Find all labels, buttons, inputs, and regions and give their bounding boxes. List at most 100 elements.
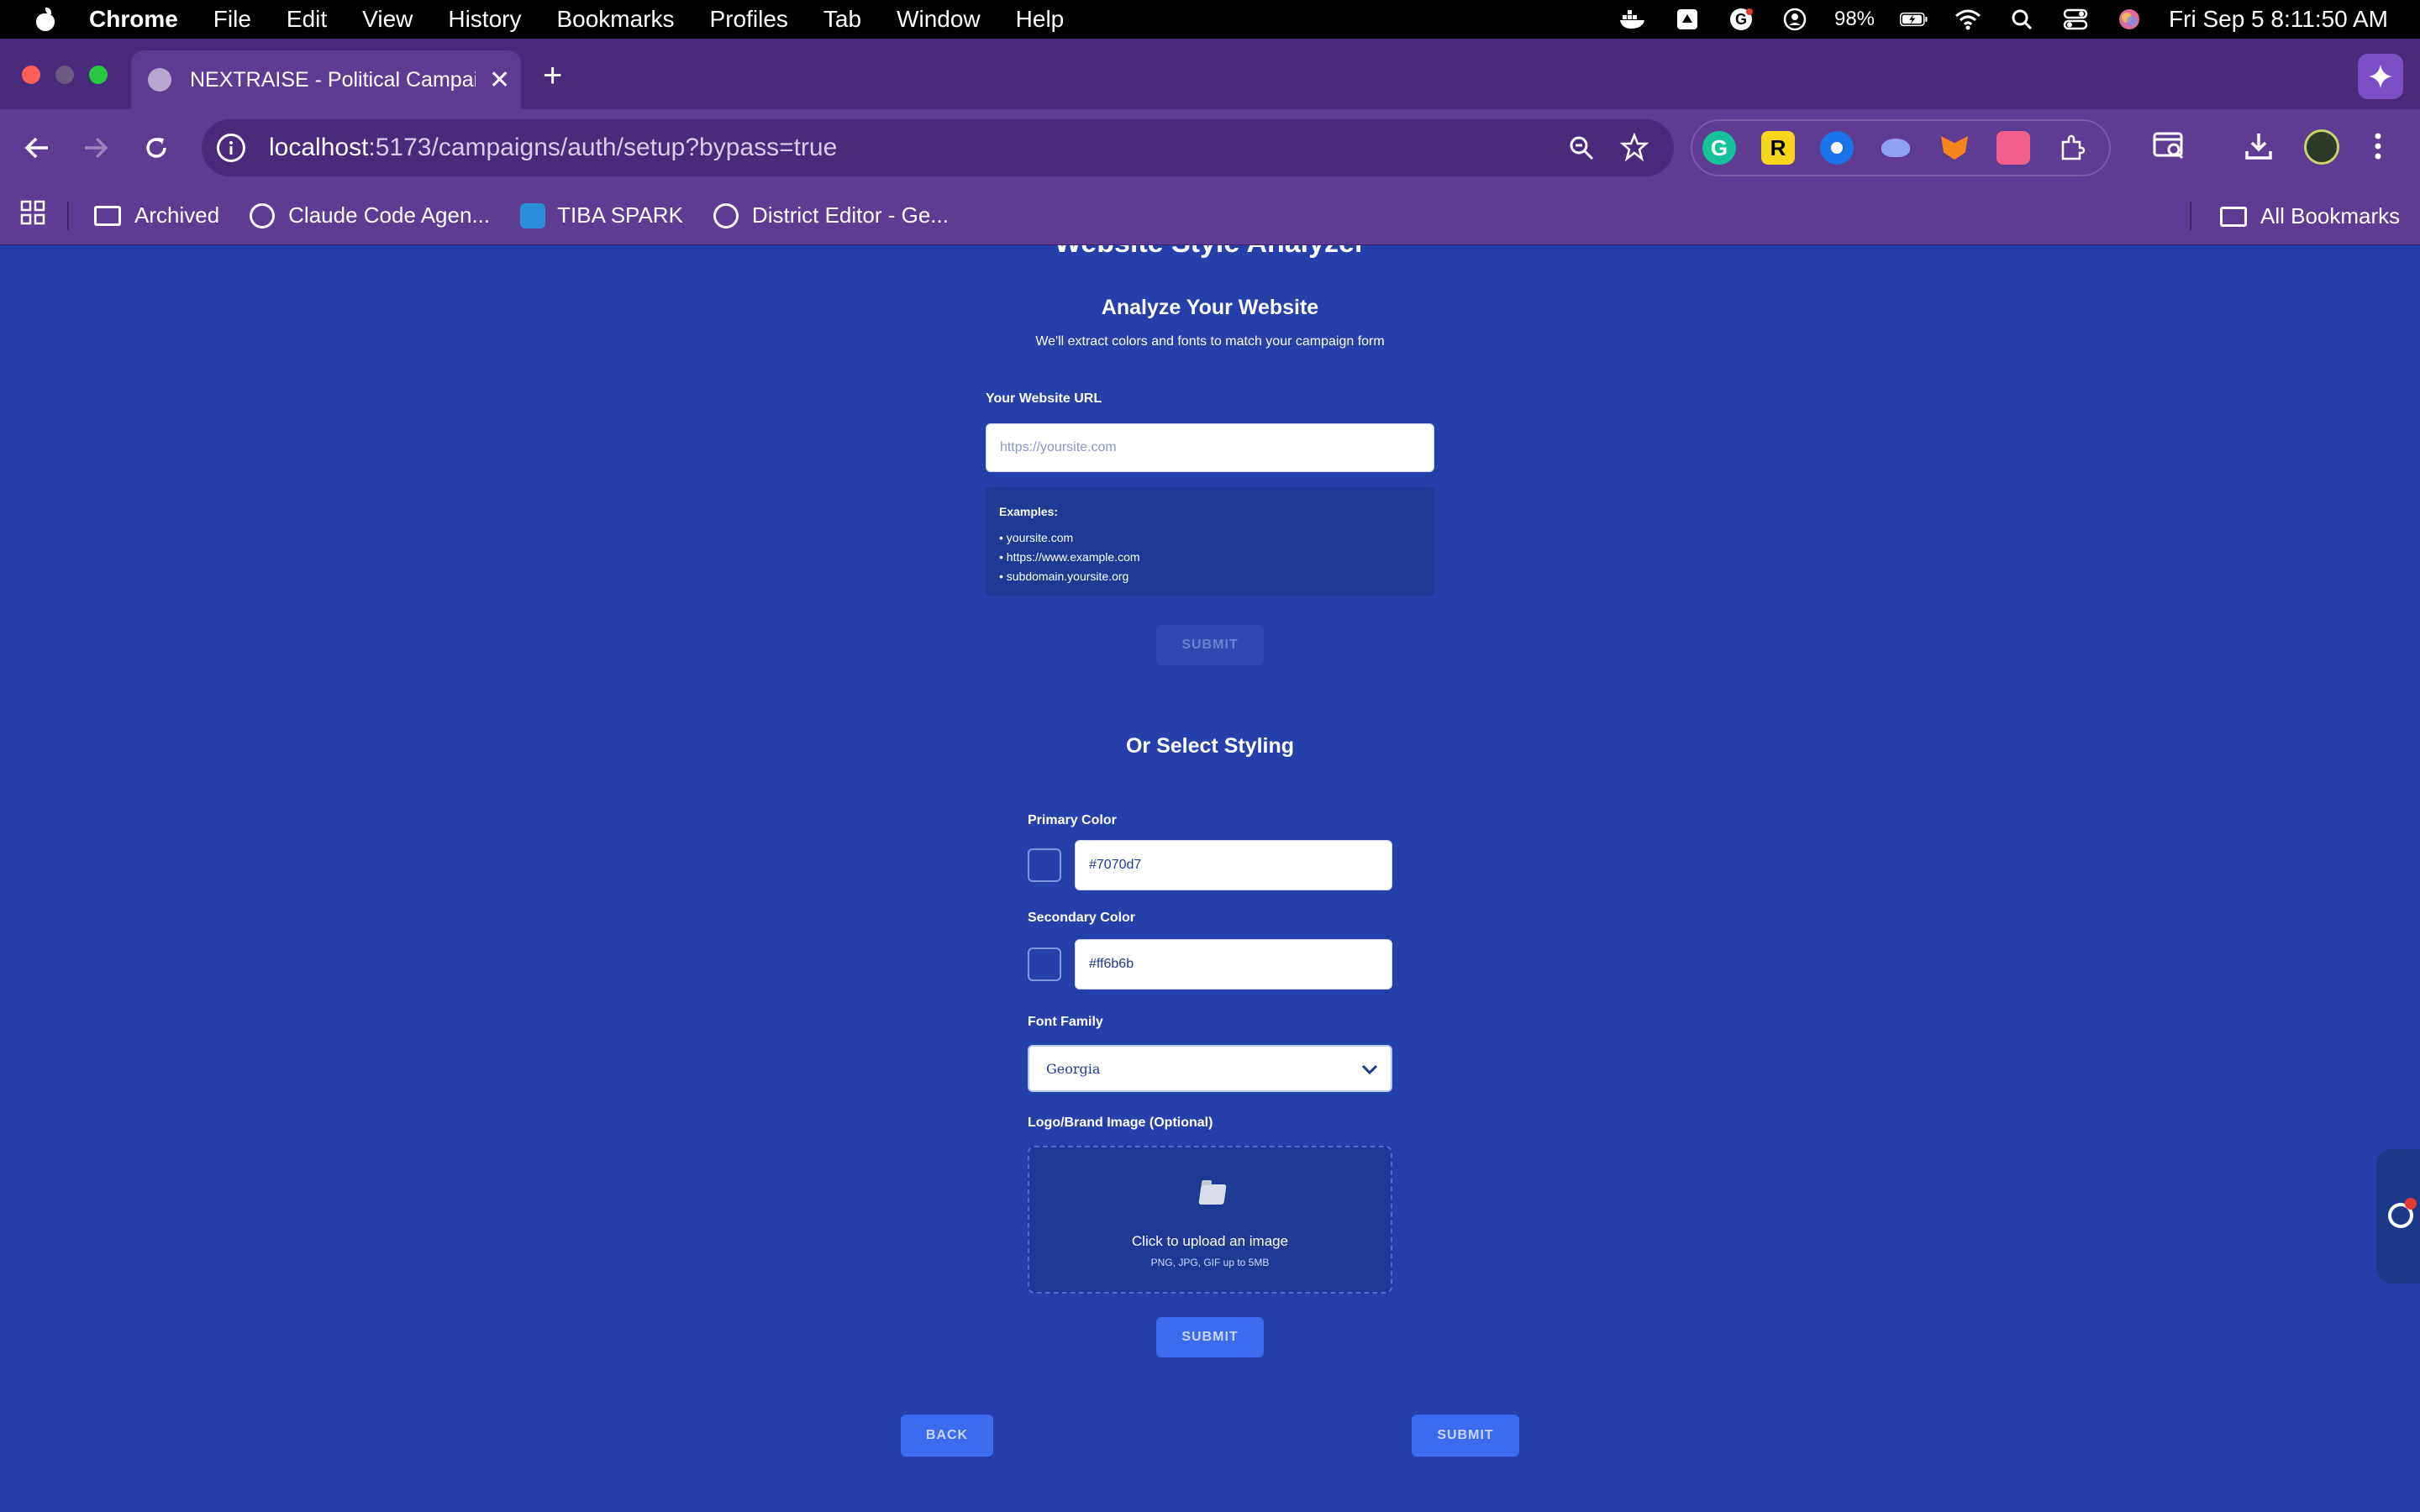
r-extension-icon[interactable]: R xyxy=(1761,131,1795,165)
menu-file[interactable]: File xyxy=(213,6,251,33)
bookmark-archived[interactable]: Archived xyxy=(94,202,219,228)
bookmarks-divider xyxy=(2190,202,2191,230)
logo-label: Logo/Brand Image (Optional) xyxy=(1028,1116,1213,1130)
globe-icon xyxy=(713,202,739,228)
bookmarks-bar: Archived Claude Code Agen... TIBA SPARK … xyxy=(0,186,2420,245)
website-url-input[interactable]: https://yoursite.com xyxy=(986,423,1434,472)
reload-icon[interactable] xyxy=(138,129,175,166)
analyze-heading: Analyze Your Website xyxy=(1101,296,1319,319)
bookmark-claude-code[interactable]: Claude Code Agen... xyxy=(250,202,490,228)
menu-edit[interactable]: Edit xyxy=(287,6,327,33)
page-title: Website Style Analyzer xyxy=(0,245,2420,260)
chevron-down-icon xyxy=(1360,1060,1379,1082)
analyze-submit-button[interactable]: SUBMIT xyxy=(1156,625,1264,665)
control-center-icon[interactable] xyxy=(2061,7,2090,32)
bookmark-label: Archived xyxy=(134,202,220,228)
secondary-color-label: Secondary Color xyxy=(1028,911,1136,925)
spotlight-search-icon[interactable] xyxy=(2007,7,2036,32)
docker-icon[interactable] xyxy=(1619,7,1648,32)
page-content: Website Style Analyzer Analyze Your Webs… xyxy=(0,245,2420,1512)
example-item: • https://www.example.com xyxy=(999,550,1140,564)
pink-extension-icon[interactable] xyxy=(1996,131,2030,165)
menu-bookmarks[interactable]: Bookmarks xyxy=(556,6,674,33)
wifi-icon[interactable] xyxy=(1954,7,1982,32)
site-info-icon[interactable] xyxy=(217,134,245,162)
wizard-submit-button[interactable]: SUBMIT xyxy=(1412,1415,1519,1457)
folder-icon xyxy=(1198,1184,1227,1205)
tiba-icon xyxy=(520,202,546,228)
address-bar[interactable]: localhost:5173/campaigns/auth/setup?bypa… xyxy=(202,119,1674,176)
back-button[interactable]: BACK xyxy=(901,1415,993,1457)
example-item: • yoursite.com xyxy=(999,531,1074,544)
extensions-puzzle-icon[interactable] xyxy=(2055,131,2089,165)
menu-tab[interactable]: Tab xyxy=(823,6,861,33)
profile-avatar[interactable] xyxy=(2304,129,2339,165)
font-family-select[interactable]: Georgia xyxy=(1028,1045,1392,1092)
browser-tab-strip: NEXTRAISE - Political Campaign ✕ + xyxy=(0,39,2420,109)
menu-view[interactable]: View xyxy=(362,6,413,33)
menu-window[interactable]: Window xyxy=(897,6,981,33)
svg-text:G: G xyxy=(1735,11,1747,28)
logo-upload-dropzone[interactable]: Click to upload an image PNG, JPG, GIF u… xyxy=(1028,1146,1392,1294)
siri-icon[interactable] xyxy=(2115,7,2144,32)
upload-hint: PNG, JPG, GIF up to 5MB xyxy=(1150,1257,1270,1268)
tab-search-icon[interactable] xyxy=(2153,131,2186,165)
extensions-area: G R xyxy=(1691,119,2111,176)
macos-menu-bar: Chrome File Edit View History Bookmarks … xyxy=(0,0,2420,39)
chat-widget-tab[interactable] xyxy=(2376,1149,2420,1284)
tab-favicon-icon xyxy=(148,68,171,92)
menu-app-name[interactable]: Chrome xyxy=(89,6,178,33)
browser-tab-active[interactable]: NEXTRAISE - Political Campaign ✕ xyxy=(131,50,521,109)
url-host: localhost xyxy=(269,134,369,161)
secondary-color-swatch[interactable] xyxy=(1028,948,1061,981)
upload-instruction: Click to upload an image xyxy=(1131,1233,1289,1249)
bookmark-tiba-spark[interactable]: TIBA SPARK xyxy=(520,202,683,228)
download-icon[interactable] xyxy=(2244,131,2274,165)
examples-box: Examples: • yoursite.com • https://www.e… xyxy=(986,487,1434,596)
primary-color-label: Primary Color xyxy=(1028,813,1117,827)
url-path: :5173/campaigns/auth/setup?bypass=true xyxy=(368,134,838,161)
styling-submit-button[interactable]: SUBMIT xyxy=(1156,1317,1264,1357)
secondary-color-input[interactable]: #ff6b6b xyxy=(1075,939,1392,990)
tab-close-icon[interactable]: ✕ xyxy=(489,66,510,95)
apple-logo-icon[interactable] xyxy=(35,8,55,31)
battery-percent: 98% xyxy=(1833,8,1876,30)
select-styling-heading: Or Select Styling xyxy=(1125,734,1295,758)
user-account-icon[interactable] xyxy=(1781,7,1809,32)
font-family-label: Font Family xyxy=(1028,1015,1103,1029)
grammarly-extension-icon[interactable]: G xyxy=(1702,131,1736,165)
battery-icon[interactable] xyxy=(1900,7,1928,32)
globe-icon xyxy=(250,202,276,228)
forward-arrow-icon[interactable] xyxy=(77,129,114,166)
primary-color-swatch[interactable] xyxy=(1028,848,1061,882)
menu-history[interactable]: History xyxy=(448,6,521,33)
zoom-icon[interactable] xyxy=(1568,134,1595,165)
chrome-menu-icon[interactable] xyxy=(2373,131,2383,165)
grammarly-icon[interactable]: G xyxy=(1727,7,1755,32)
all-bookmarks[interactable]: All Bookmarks xyxy=(2220,203,2400,229)
bookmark-star-icon[interactable] xyxy=(1619,132,1649,165)
notification-dot xyxy=(2405,1198,2417,1210)
new-tab-button[interactable]: + xyxy=(543,57,562,95)
tab-title: NEXTRAISE - Political Campaign xyxy=(190,67,476,92)
bookmark-district-editor[interactable]: District Editor - Ge... xyxy=(713,202,949,228)
primary-color-input[interactable]: #7070d7 xyxy=(1075,840,1392,890)
window-close-button[interactable] xyxy=(22,66,40,84)
window-zoom-button[interactable] xyxy=(89,66,108,84)
url-text: localhost:5173/campaigns/auth/setup?bypa… xyxy=(269,134,837,162)
metamask-fox-icon[interactable] xyxy=(1938,131,1971,165)
browser-toolbar: localhost:5173/campaigns/auth/setup?bypa… xyxy=(0,109,2420,186)
dolphin-extension-icon[interactable] xyxy=(1879,131,1912,165)
example-item: • subdomain.yoursite.org xyxy=(999,570,1129,583)
back-arrow-icon[interactable] xyxy=(18,129,55,166)
apps-grid-icon[interactable] xyxy=(20,200,45,231)
folder-icon xyxy=(2220,206,2247,227)
menu-help[interactable]: Help xyxy=(1016,6,1065,33)
drive-icon[interactable] xyxy=(1673,7,1702,32)
examples-title: Examples: xyxy=(999,505,1059,518)
bookmark-label: Claude Code Agen... xyxy=(288,202,491,228)
gemini-sparkle-icon[interactable] xyxy=(2358,54,2403,99)
menu-profiles[interactable]: Profiles xyxy=(710,6,788,33)
window-minimize-button[interactable] xyxy=(55,66,74,84)
circle-extension-icon[interactable] xyxy=(1820,131,1854,165)
